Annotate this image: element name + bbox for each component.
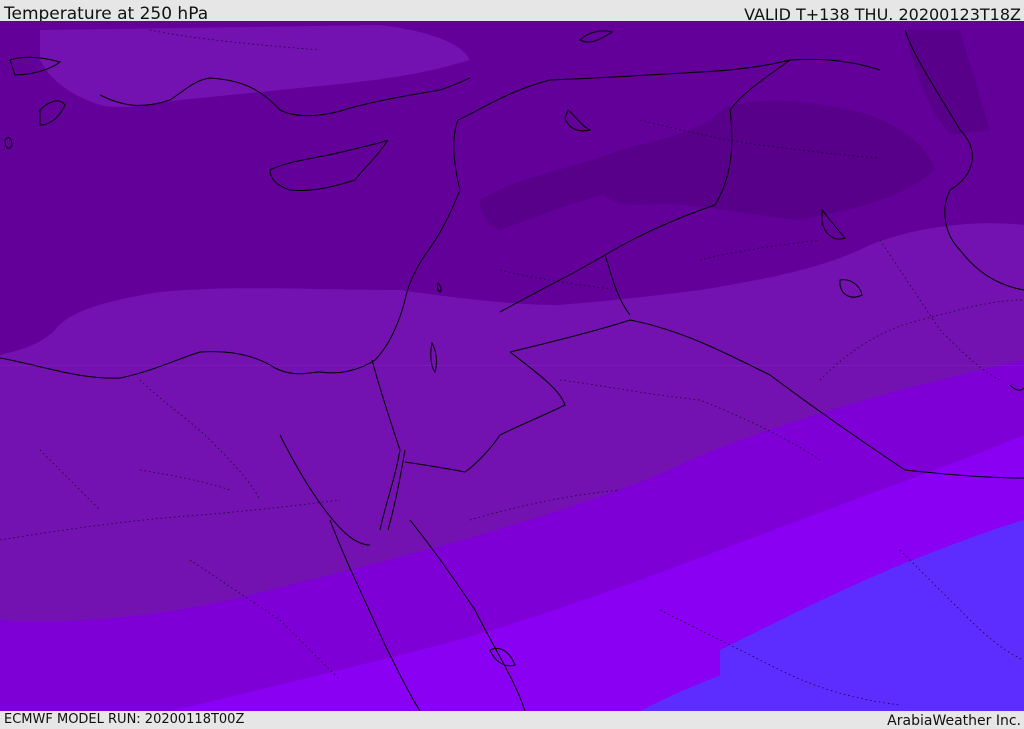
model-run-label: ECMWF MODEL RUN: 20200118T00Z <box>4 712 245 727</box>
header-bar: Temperature at 250 hPa VALID T+138 THU. … <box>0 0 1024 24</box>
temperature-field <box>0 21 1024 711</box>
credit-label: ArabiaWeather Inc. <box>887 713 1021 729</box>
footer-bar: ECMWF MODEL RUN: 20200118T00Z ArabiaWeat… <box>0 711 1024 729</box>
map-panel[interactable] <box>0 21 1024 711</box>
